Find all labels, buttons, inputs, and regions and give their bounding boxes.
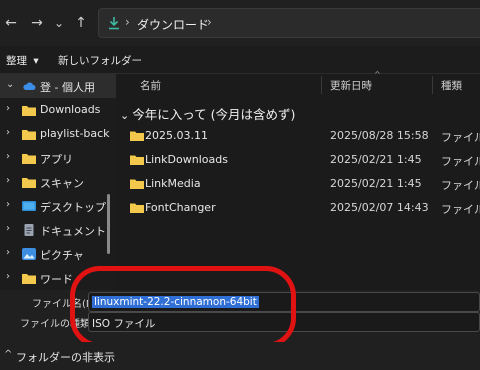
file-name: FontChanger (145, 201, 216, 214)
folder-icon (130, 203, 144, 213)
forward-button[interactable]: → (28, 14, 46, 32)
sidebar-item-label: デスクトップ (40, 201, 106, 214)
group-title: 今年に入って (今月は含めず) (132, 107, 296, 122)
sidebar-item-documents[interactable]: › ドキュメント (0, 218, 116, 242)
table-row[interactable]: 2025.03.11 2025/08/28 15:58 ファイル (116, 124, 480, 148)
chevron-up-icon[interactable]: ^ (4, 349, 12, 360)
folder-icon (130, 155, 144, 165)
sidebar-item-label: ワード (40, 273, 73, 286)
folder-icon (22, 130, 36, 140)
sidebar-scrollbar[interactable] (107, 194, 110, 254)
file-type: ファイル (441, 131, 480, 144)
hide-folders-button[interactable]: フォルダーの非表示 (16, 349, 115, 365)
file-type: ファイル (441, 203, 480, 216)
download-icon (109, 17, 119, 30)
sidebar-item-label: playlist-back (40, 127, 110, 140)
file-type: ファイル (441, 155, 480, 168)
column-header-name[interactable]: 名前 (140, 78, 161, 93)
column-header-type[interactable]: 種類 (441, 78, 462, 93)
sidebar-item-pictures[interactable]: › ピクチャ (0, 242, 116, 266)
breadcrumb-downloads[interactable]: ダウンロード (137, 16, 209, 33)
navigation-pane: ⌄ 登 - 個人用 › Downloads › playlist-back › … (0, 74, 116, 290)
recent-locations-button[interactable]: ⌄ (50, 14, 68, 32)
chevron-right-icon[interactable]: › (6, 271, 10, 282)
filetype-select[interactable]: ISO ファイル (88, 312, 480, 332)
command-bar: 整理 ▾ 新しいフォルダー (0, 46, 480, 74)
sidebar-item-label: ピクチャ (40, 249, 84, 262)
filetype-value: ISO ファイル (92, 318, 156, 330)
sidebar-item-label: Downloads (40, 103, 101, 116)
column-divider[interactable] (432, 76, 433, 94)
group-header[interactable]: ⌄ 今年に入って (今月は含めず) (120, 104, 295, 123)
footer: ^ フォルダーの非表示 (0, 342, 480, 370)
chevron-down-icon: ▾ (33, 55, 39, 67)
table-row[interactable]: LinkMedia 2025/02/21 1:45 ファイル (116, 172, 480, 196)
column-divider[interactable] (321, 76, 322, 94)
file-type: ファイル (441, 179, 480, 192)
file-name: LinkMedia (145, 177, 201, 190)
address-bar-row: ← → ⌄ ↑ › ダウンロード › (0, 0, 480, 46)
cloud-icon (23, 82, 36, 90)
chevron-right-icon[interactable]: › (6, 151, 10, 162)
table-row[interactable]: LinkDownloads 2025/02/21 1:45 ファイル (116, 148, 480, 172)
sidebar-item-desktop[interactable]: › デスクトップ (0, 194, 116, 218)
sidebar-item-apps[interactable]: › アプリ (0, 146, 116, 170)
sidebar-item-label: スキャン (40, 177, 84, 190)
organize-label: 整理 (6, 55, 27, 67)
sidebar-item-label: 登 - 個人用 (40, 81, 95, 94)
back-button[interactable]: ← (2, 14, 20, 32)
sidebar-item-label: アプリ (40, 153, 73, 166)
table-row[interactable]: FontChanger 2025/02/07 14:43 ファイル (116, 196, 480, 220)
folder-icon (22, 178, 36, 188)
filename-input[interactable]: linuxmint-22.2-cinnamon-64bit (88, 292, 480, 312)
up-button[interactable]: ↑ (72, 14, 90, 32)
folder-icon (130, 179, 144, 189)
address-bar[interactable]: › ダウンロード › (98, 8, 480, 38)
chevron-down-icon: ⌄ (120, 109, 130, 122)
folder-icon (22, 274, 36, 284)
document-icon (24, 224, 34, 236)
file-modified: 2025/02/07 14:43 (330, 201, 429, 214)
file-list: 名前 更新日時 ^ 種類 ⌄ 今年に入って (今月は含めず) 2025.03.11… (116, 70, 480, 290)
folder-icon (22, 154, 36, 164)
sidebar-item-label: ドキュメント (40, 225, 106, 238)
new-folder-button[interactable]: 新しいフォルダー (58, 53, 142, 68)
chevron-right-icon[interactable]: › (6, 127, 10, 138)
sidebar-item-onedrive[interactable]: ⌄ 登 - 個人用 (0, 74, 116, 98)
file-name: 2025.03.11 (145, 129, 208, 142)
save-form: ファイル名(N): linuxmint-22.2-cinnamon-64bit … (0, 290, 480, 342)
desktop-icon (22, 201, 36, 211)
column-header-modified[interactable]: 更新日時 (330, 78, 372, 93)
file-name: LinkDownloads (145, 153, 228, 166)
chevron-right-icon[interactable]: › (6, 175, 10, 186)
sidebar-item-playlist-back[interactable]: › playlist-back (0, 122, 116, 146)
chevron-right-icon[interactable]: › (6, 199, 10, 210)
picture-icon (22, 248, 36, 260)
sidebar-item-scan[interactable]: › スキャン (0, 170, 116, 194)
organize-button[interactable]: 整理 ▾ (6, 53, 39, 68)
folder-icon (22, 106, 36, 116)
filename-value: linuxmint-22.2-cinnamon-64bit (92, 296, 259, 308)
chevron-right-icon[interactable]: › (6, 247, 10, 258)
breadcrumb-separator[interactable]: › (125, 15, 130, 29)
file-modified: 2025/02/21 1:45 (330, 177, 422, 190)
sidebar-item-word[interactable]: › ワード (0, 266, 116, 290)
chevron-down-icon[interactable]: ⌄ (6, 79, 14, 90)
folder-icon (130, 131, 144, 141)
file-modified: 2025/08/28 15:58 (330, 129, 429, 142)
breadcrumb-trailing-separator[interactable]: › (207, 15, 212, 29)
sidebar-item-downloads[interactable]: › Downloads (0, 98, 116, 122)
chevron-right-icon[interactable]: › (6, 223, 10, 234)
chevron-right-icon[interactable]: › (6, 103, 10, 114)
file-modified: 2025/02/21 1:45 (330, 153, 422, 166)
sort-indicator-icon: ^ (374, 70, 381, 79)
